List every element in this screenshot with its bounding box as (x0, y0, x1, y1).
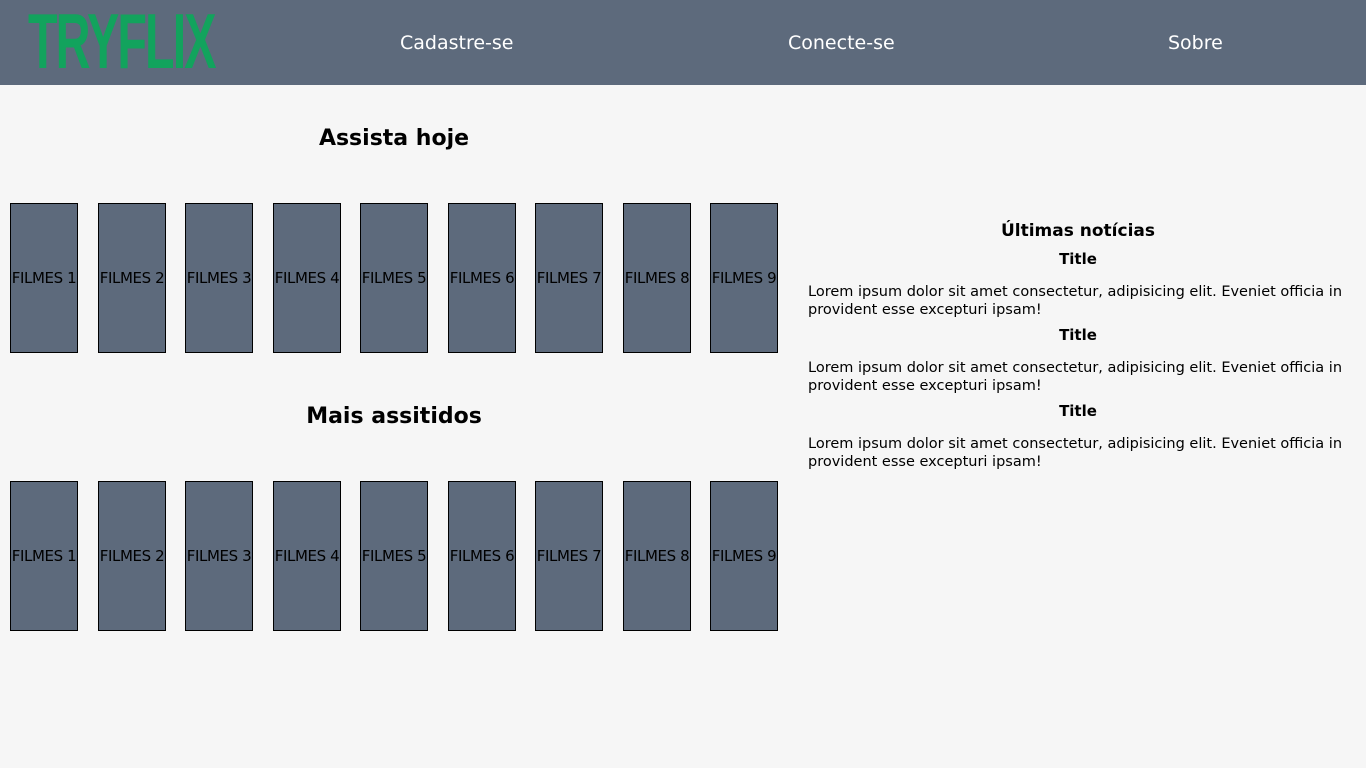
movie-card[interactable]: FILMES 7 (535, 203, 603, 353)
movie-card[interactable]: FILMES 1 (10, 203, 78, 353)
movie-card[interactable]: FILMES 7 (535, 481, 603, 631)
news-item-title: Title (1059, 250, 1097, 268)
movie-card[interactable]: FILMES 8 (623, 481, 691, 631)
nav-login-link[interactable]: Conecte-se (788, 30, 895, 56)
movie-card[interactable]: FILMES 4 (273, 203, 341, 353)
movie-card[interactable]: FILMES 6 (448, 481, 516, 631)
section-title-watch-today: Assista hoje (318, 126, 470, 151)
movie-card[interactable]: FILMES 4 (273, 481, 341, 631)
movie-card[interactable]: FILMES 5 (360, 203, 428, 353)
tryflix-logo[interactable]: TRYFLIX (28, 2, 217, 80)
news-item-text: Lorem ipsum dolor sit amet consectetur, … (808, 436, 1343, 470)
top-header: TRYFLIX Cadastre-se Conecte-se Sobre (0, 0, 1366, 85)
news-item-text: Lorem ipsum dolor sit amet consectetur, … (808, 284, 1343, 318)
watch-today-row: FILMES 1 FILMES 2 FILMES 3 FILMES 4 FILM… (10, 203, 778, 353)
section-title-most-watched: Mais assitidos (306, 404, 482, 429)
nav-about-link[interactable]: Sobre (1168, 30, 1223, 56)
movie-card[interactable]: FILMES 3 (185, 481, 253, 631)
movie-card[interactable]: FILMES 2 (98, 203, 166, 353)
movie-card[interactable]: FILMES 8 (623, 203, 691, 353)
news-item-title: Title (1059, 326, 1097, 344)
news-heading: Últimas notícias (1000, 221, 1156, 241)
movie-card[interactable]: FILMES 5 (360, 481, 428, 631)
news-item-title: Title (1059, 402, 1097, 420)
movie-card[interactable]: FILMES 2 (98, 481, 166, 631)
movie-card[interactable]: FILMES 1 (10, 481, 78, 631)
news-panel: Últimas notícias Title Lorem ipsum dolor… (808, 219, 1348, 471)
movie-card[interactable]: FILMES 3 (185, 203, 253, 353)
nav-signup-link[interactable]: Cadastre-se (400, 30, 514, 56)
most-watched-row: FILMES 1 FILMES 2 FILMES 3 FILMES 4 FILM… (10, 481, 778, 631)
news-item-text: Lorem ipsum dolor sit amet consectetur, … (808, 360, 1343, 394)
movie-card[interactable]: FILMES 9 (710, 481, 778, 631)
movie-card[interactable]: FILMES 6 (448, 203, 516, 353)
movie-card[interactable]: FILMES 9 (710, 203, 778, 353)
